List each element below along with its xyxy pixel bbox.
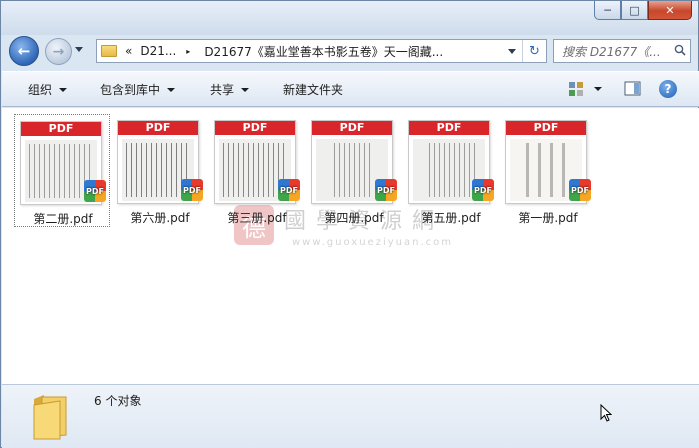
address-bar[interactable]: « D21... ▸ D21677《嘉业堂善本书影五卷》天一阁藏... ↻ bbox=[96, 39, 547, 63]
chevron-down-icon bbox=[241, 87, 250, 92]
preview-pane-icon[interactable] bbox=[624, 81, 642, 97]
new-folder-label: 新建文件夹 bbox=[283, 83, 344, 97]
breadcrumb-arrow-icon[interactable]: ▸ bbox=[186, 47, 190, 56]
command-toolbar: 组织 包含到库中 共享 新建文件夹 ? bbox=[2, 71, 699, 107]
pdf-app-icon: PDF bbox=[278, 179, 300, 201]
file-item[interactable]: PDF PDF 第二册.pdf bbox=[14, 114, 110, 227]
file-item[interactable]: PDF PDF 第六册.pdf bbox=[112, 114, 208, 227]
window-controls: ─ □ ✕ bbox=[594, 1, 692, 20]
pdf-app-icon: PDF bbox=[375, 179, 397, 201]
share-label: 共享 bbox=[210, 83, 235, 97]
file-name[interactable]: 第四册.pdf bbox=[306, 209, 402, 226]
pdf-header-label: PDF bbox=[215, 121, 295, 135]
item-count: 6 个对象 bbox=[94, 394, 142, 408]
search-icon[interactable] bbox=[674, 44, 686, 56]
chevron-down-icon bbox=[59, 87, 68, 92]
refresh-button[interactable]: ↻ bbox=[522, 40, 546, 62]
pdf-app-icon: PDF bbox=[472, 179, 494, 201]
text-columns-preview bbox=[429, 143, 475, 197]
mouse-cursor-icon bbox=[600, 404, 612, 422]
watermark-url: www.guoxueziyuan.com bbox=[292, 237, 453, 248]
close-button[interactable]: ✕ bbox=[648, 1, 692, 20]
address-history-chevron-down-icon[interactable] bbox=[508, 49, 516, 54]
pdf-header-label: PDF bbox=[312, 121, 392, 135]
file-name[interactable]: 第六册.pdf bbox=[112, 209, 208, 226]
text-columns-preview bbox=[334, 143, 374, 197]
breadcrumb-segment-current[interactable]: D21677《嘉业堂善本书影五卷》天一阁藏... bbox=[204, 43, 504, 60]
back-button[interactable]: ← bbox=[9, 36, 39, 66]
minimize-button[interactable]: ─ bbox=[594, 1, 621, 20]
recent-pages-chevron-down-icon[interactable] bbox=[75, 47, 83, 52]
file-name[interactable]: 第五册.pdf bbox=[403, 209, 499, 226]
pdf-app-icon: PDF bbox=[569, 179, 591, 201]
pdf-header-label: PDF bbox=[506, 121, 586, 135]
file-item[interactable]: PDF PDF 第四册.pdf bbox=[306, 114, 402, 227]
organize-menu-button[interactable]: 组织 bbox=[28, 72, 68, 107]
view-options-icon[interactable] bbox=[568, 81, 586, 97]
explorer-window: ─ □ ✕ ← → « D21... ▸ D21677《嘉业堂善本书影五卷》天一… bbox=[0, 0, 699, 448]
pdf-header-label: PDF bbox=[118, 121, 198, 135]
details-pane: 6 个对象 bbox=[2, 384, 699, 448]
title-bar: ─ □ ✕ bbox=[1, 1, 698, 35]
file-list-area[interactable]: 德 國學資源網 www.guoxueziyuan.com PDF PDF 第二册… bbox=[2, 108, 699, 384]
file-name[interactable]: 第三册.pdf bbox=[209, 209, 305, 226]
include-in-library-label: 包含到库中 bbox=[100, 83, 161, 97]
pdf-app-icon: PDF bbox=[84, 180, 106, 202]
chevron-down-icon bbox=[167, 87, 176, 92]
pdf-app-icon: PDF bbox=[181, 179, 203, 201]
organize-label: 组织 bbox=[28, 83, 53, 97]
address-overflow-chevron[interactable]: « bbox=[125, 44, 132, 58]
pdf-header-label: PDF bbox=[409, 121, 489, 135]
file-name[interactable]: 第二册.pdf bbox=[15, 210, 111, 227]
folder-icon bbox=[101, 45, 117, 57]
view-options-chevron-down-icon[interactable] bbox=[594, 87, 602, 91]
search-input[interactable]: 搜索 D21677《... bbox=[562, 43, 670, 60]
search-box[interactable]: 搜索 D21677《... bbox=[553, 39, 691, 63]
pdf-header-label: PDF bbox=[21, 122, 101, 136]
text-columns-preview bbox=[526, 143, 574, 197]
share-button[interactable]: 共享 bbox=[210, 72, 250, 107]
folder-icon bbox=[33, 395, 67, 440]
file-item[interactable]: PDF PDF 第一册.pdf bbox=[500, 114, 596, 227]
file-item[interactable]: PDF PDF 第五册.pdf bbox=[403, 114, 499, 227]
breadcrumb-segment-parent[interactable]: D21... bbox=[140, 44, 176, 58]
maximize-button[interactable]: □ bbox=[621, 1, 648, 20]
new-folder-button[interactable]: 新建文件夹 bbox=[283, 72, 343, 107]
help-button[interactable]: ? bbox=[659, 80, 677, 98]
forward-button[interactable]: → bbox=[45, 38, 72, 65]
include-in-library-button[interactable]: 包含到库中 bbox=[100, 72, 176, 107]
file-name[interactable]: 第一册.pdf bbox=[500, 209, 596, 226]
navigation-row: ← → « D21... ▸ D21677《嘉业堂善本书影五卷》天一阁藏... … bbox=[1, 35, 698, 67]
file-item[interactable]: PDF PDF 第三册.pdf bbox=[209, 114, 305, 227]
